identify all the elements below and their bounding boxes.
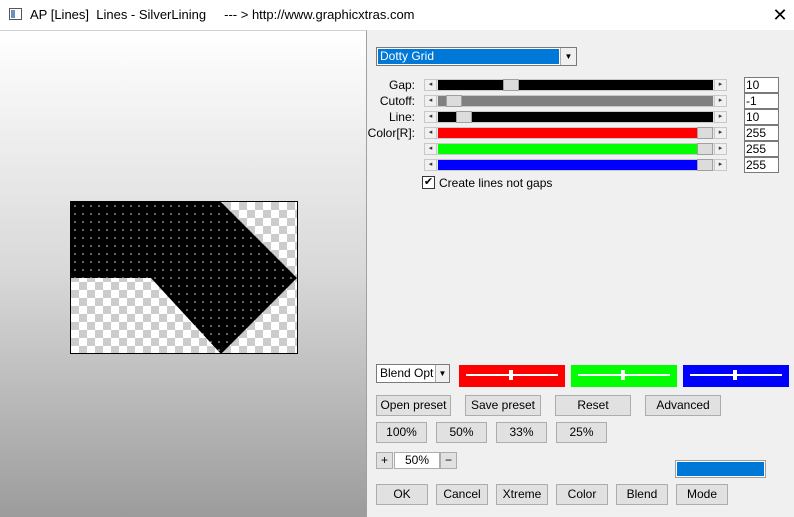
slider-track[interactable]: ◂ ▸ <box>424 159 727 171</box>
slider-fill <box>438 80 713 90</box>
close-icon[interactable]: ✕ <box>766 1 794 29</box>
slider-thumb[interactable] <box>697 143 713 155</box>
green-color-swatch[interactable] <box>571 365 677 387</box>
zoom-33-button[interactable]: 33% <box>496 422 547 443</box>
swatch-slider-thumb[interactable] <box>509 370 513 380</box>
effect-preset-dropdown[interactable]: Dotty Grid ▼ <box>376 47 577 66</box>
zoom-in-button[interactable]: + <box>376 452 393 469</box>
chevron-down-icon[interactable]: ▼ <box>560 48 576 65</box>
slider-value-field[interactable]: 10 <box>744 109 779 125</box>
scroll-right-icon[interactable]: ▸ <box>714 112 726 122</box>
slider-row: Line: ◂ ▸ 10 <box>367 109 794 125</box>
slider-fill <box>438 112 713 122</box>
preview-shape <box>71 202 297 353</box>
create-lines-checkbox[interactable]: ✔ <box>422 176 435 189</box>
scroll-left-icon[interactable]: ◂ <box>425 96 437 106</box>
slider-value-field[interactable]: 10 <box>744 77 779 93</box>
ok-button[interactable]: OK <box>376 484 428 505</box>
scroll-right-icon[interactable]: ▸ <box>714 96 726 106</box>
advanced-button[interactable]: Advanced <box>645 395 721 416</box>
slider-row: Color[R]: ◂ ▸ 255 <box>367 125 794 141</box>
slider-row: Gap: ◂ ▸ 10 <box>367 77 794 93</box>
slider-label: Color[R]: <box>367 126 415 140</box>
settings-panel: Dotty Grid ▼ Gap: ◂ ▸ 10 Cutoff: ◂ ▸ -1 Line: ◂ ▸ 1… <box>367 30 794 517</box>
chevron-down-icon[interactable]: ▼ <box>435 365 449 382</box>
title-bar: AP [Lines] Lines - SilverLining --- > ht… <box>0 0 794 30</box>
slider-thumb[interactable] <box>503 79 519 91</box>
slider-track[interactable]: ◂ ▸ <box>424 95 727 107</box>
reset-button[interactable]: Reset <box>555 395 631 416</box>
slider-fill <box>438 96 713 106</box>
blend-options-dropdown[interactable]: Blend Options ▼ <box>376 364 450 383</box>
blend-button[interactable]: Blend <box>616 484 668 505</box>
slider-fill <box>438 160 713 170</box>
slider-thumb[interactable] <box>697 127 713 139</box>
effect-preset-value: Dotty Grid <box>378 49 559 64</box>
create-lines-label: Create lines not gaps <box>439 176 553 190</box>
slider-fill <box>438 144 713 154</box>
slider-track[interactable]: ◂ ▸ <box>424 127 727 139</box>
slider-thumb[interactable] <box>456 111 472 123</box>
swatch-slider-thumb[interactable] <box>621 370 625 380</box>
xtreme-button[interactable]: Xtreme <box>496 484 548 505</box>
slider-value-field[interactable]: -1 <box>744 93 779 109</box>
slider-value-field[interactable]: 255 <box>744 141 779 157</box>
save-preset-button[interactable]: Save preset <box>465 395 541 416</box>
blend-color-bar[interactable] <box>675 460 766 478</box>
slider-track[interactable]: ◂ ▸ <box>424 79 727 91</box>
zoom-50-button[interactable]: 50% <box>436 422 487 443</box>
scroll-left-icon[interactable]: ◂ <box>425 128 437 138</box>
scroll-right-icon[interactable]: ▸ <box>714 160 726 170</box>
scroll-right-icon[interactable]: ▸ <box>714 80 726 90</box>
slider-track[interactable]: ◂ ▸ <box>424 111 727 123</box>
slider-thumb[interactable] <box>697 159 713 171</box>
preview-pane <box>0 30 367 517</box>
color-button[interactable]: Color <box>556 484 608 505</box>
scroll-right-icon[interactable]: ▸ <box>714 128 726 138</box>
scroll-left-icon[interactable]: ◂ <box>425 160 437 170</box>
slider-row: Cutoff: ◂ ▸ -1 <box>367 93 794 109</box>
slider-label: Gap: <box>388 78 415 92</box>
mode-button[interactable]: Mode <box>676 484 728 505</box>
slider-label: Cutoff: <box>379 94 415 108</box>
zoom-100-button[interactable]: 100% <box>376 422 427 443</box>
zoom-level-field[interactable]: 50% <box>394 452 440 469</box>
zoom-25-button[interactable]: 25% <box>556 422 607 443</box>
slider-row: ◂ ▸ 255 <box>367 157 794 173</box>
scroll-right-icon[interactable]: ▸ <box>714 144 726 154</box>
slider-track[interactable]: ◂ ▸ <box>424 143 727 155</box>
slider-fill <box>438 128 713 138</box>
slider-label: Line: <box>388 110 415 124</box>
zoom-out-button[interactable]: − <box>440 452 457 469</box>
blue-color-swatch[interactable] <box>683 365 789 387</box>
slider-thumb[interactable] <box>446 95 462 107</box>
red-color-swatch[interactable] <box>459 365 565 387</box>
open-preset-button[interactable]: Open preset <box>376 395 451 416</box>
scroll-left-icon[interactable]: ◂ <box>425 80 437 90</box>
slider-value-field[interactable]: 255 <box>744 125 779 141</box>
slider-value-field[interactable]: 255 <box>744 157 779 173</box>
app-window-icon <box>9 8 22 20</box>
preview-image[interactable] <box>70 201 298 354</box>
slider-row: ◂ ▸ 255 <box>367 141 794 157</box>
swatch-slider-thumb[interactable] <box>733 370 737 380</box>
scroll-left-icon[interactable]: ◂ <box>425 144 437 154</box>
blend-options-value: Blend Options <box>380 366 434 380</box>
cancel-button[interactable]: Cancel <box>436 484 488 505</box>
window-title: AP [Lines] Lines - SilverLining --- > ht… <box>30 7 415 22</box>
scroll-left-icon[interactable]: ◂ <box>425 112 437 122</box>
